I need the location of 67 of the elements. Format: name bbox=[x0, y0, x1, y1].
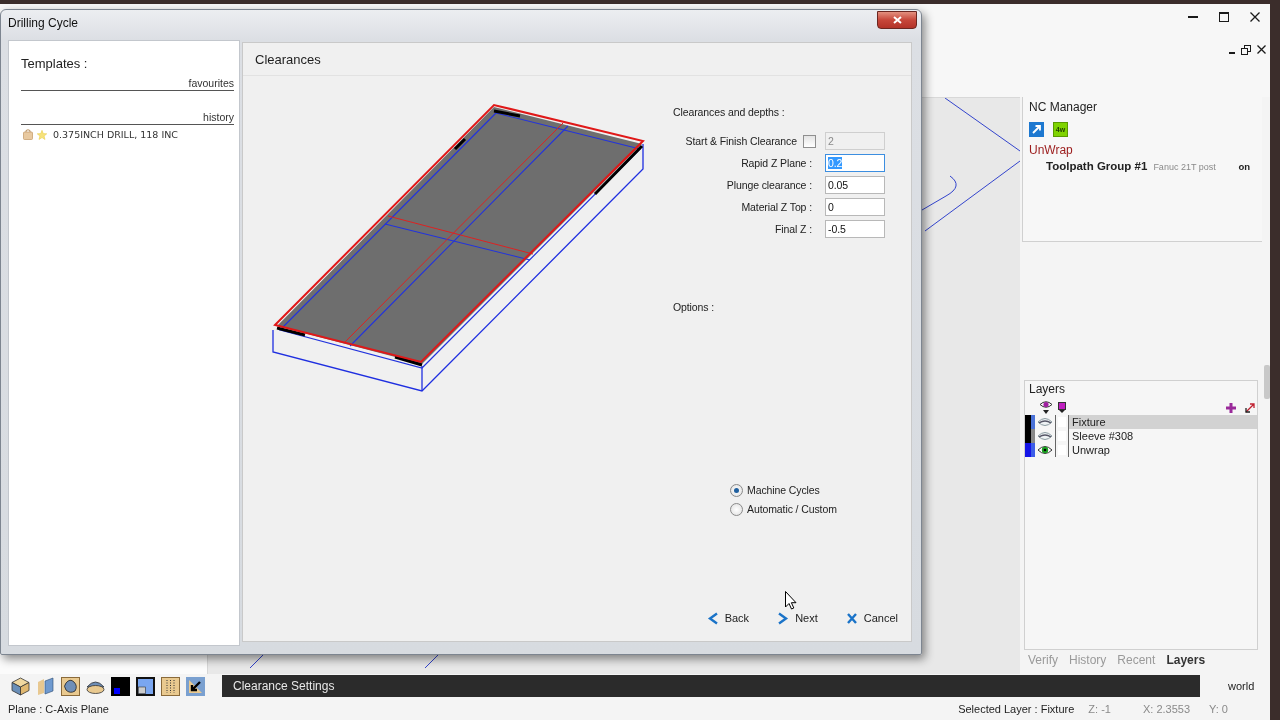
panel-title: NC Manager bbox=[1029, 99, 1099, 115]
dotted-lines-icon[interactable] bbox=[161, 676, 180, 696]
coordinate-readout: Z: -1 bbox=[1088, 703, 1111, 715]
close-icon[interactable] bbox=[1257, 45, 1266, 54]
section-heading: Clearances and depths : bbox=[673, 105, 786, 119]
input-field[interactable]: 0 bbox=[825, 198, 885, 216]
cursor-icon bbox=[785, 591, 797, 610]
coordinate-readout: Y: 0 bbox=[1209, 703, 1228, 715]
field-label: Material Z Top : bbox=[741, 201, 812, 213]
eye-icon[interactable] bbox=[1037, 444, 1053, 456]
group-name[interactable]: Toolpath Group #1 bbox=[1046, 160, 1148, 172]
closed-eye-icon[interactable] bbox=[1037, 416, 1053, 428]
expand-icon[interactable] bbox=[1245, 402, 1255, 413]
cancel-icon bbox=[845, 611, 858, 625]
marker-icon[interactable] bbox=[1058, 402, 1066, 413]
state-label: on bbox=[1238, 161, 1250, 172]
field-label: Rapid Z Plane : bbox=[741, 157, 812, 169]
coordinate-readout: X: 2.3553 bbox=[1142, 703, 1191, 715]
section-label: favourites bbox=[21, 77, 234, 91]
section-heading: Templates : bbox=[21, 56, 89, 72]
section-heading: Options : bbox=[673, 300, 716, 314]
radio-label[interactable]: Automatic / Custom bbox=[747, 503, 837, 515]
radio-button[interactable] bbox=[730, 483, 743, 497]
command-bar: Clearance Settings bbox=[222, 675, 1200, 697]
arrow-icon[interactable] bbox=[186, 676, 205, 696]
blob-icon[interactable] bbox=[61, 676, 80, 696]
swatch-icon[interactable] bbox=[136, 676, 155, 696]
eye-icon[interactable] bbox=[1039, 400, 1053, 415]
chevron-right-icon bbox=[777, 611, 790, 625]
panels-icon[interactable] bbox=[36, 676, 55, 696]
field-label: Plunge clearance : bbox=[726, 179, 812, 191]
field-label: Start & Finish Clearance bbox=[685, 135, 797, 147]
dialog-title: Drilling Cycle bbox=[8, 16, 78, 30]
close-button[interactable] bbox=[877, 11, 917, 29]
page-title: Clearances bbox=[243, 43, 911, 76]
section-label: history bbox=[21, 111, 234, 125]
radio-button[interactable] bbox=[730, 502, 743, 516]
restore-icon[interactable] bbox=[1241, 45, 1251, 55]
coordinate-mode: world bbox=[1228, 680, 1255, 692]
maximize-icon[interactable] bbox=[1219, 12, 1229, 22]
closed-eye-icon[interactable] bbox=[1037, 430, 1053, 442]
plus-icon[interactable] bbox=[1226, 402, 1236, 413]
close-icon[interactable] bbox=[1250, 12, 1260, 22]
status-text: Selected Layer : Fixture bbox=[958, 703, 1075, 715]
field-label: Final Z : bbox=[774, 223, 812, 235]
layer-name[interactable]: Unwrap bbox=[1069, 443, 1257, 457]
swatch-icon[interactable] bbox=[111, 676, 130, 696]
status-text: Plane : C-Axis Plane bbox=[8, 703, 109, 715]
layer-name[interactable]: Fixture bbox=[1069, 415, 1257, 429]
bag-icon bbox=[23, 129, 33, 140]
panel-tab[interactable]: Layers bbox=[1166, 652, 1206, 668]
splitter-grip[interactable] bbox=[1264, 365, 1270, 399]
radio-label[interactable]: Machine Cycles bbox=[747, 484, 820, 496]
close-icon bbox=[892, 16, 902, 24]
machine-name: UnWrap bbox=[1029, 143, 1074, 157]
template-name[interactable]: 0.375INCH DRILL, 118 INC bbox=[53, 129, 178, 140]
cube-icon[interactable] bbox=[11, 676, 30, 696]
panel-title: Layers bbox=[1028, 382, 1067, 396]
post-name: Fanuc 21T post bbox=[1153, 162, 1216, 172]
chevron-left-icon bbox=[706, 611, 719, 625]
input-field[interactable]: 0.05 bbox=[825, 176, 885, 194]
input-field[interactable]: -0.5 bbox=[825, 220, 885, 238]
next-button[interactable]: Next bbox=[777, 609, 818, 627]
diagonal-arrow-icon[interactable] bbox=[1029, 122, 1044, 137]
back-button[interactable]: Back bbox=[706, 609, 750, 627]
cancel-button[interactable]: Cancel bbox=[845, 609, 898, 627]
layer-name[interactable]: Sleeve #308 bbox=[1069, 429, 1257, 443]
